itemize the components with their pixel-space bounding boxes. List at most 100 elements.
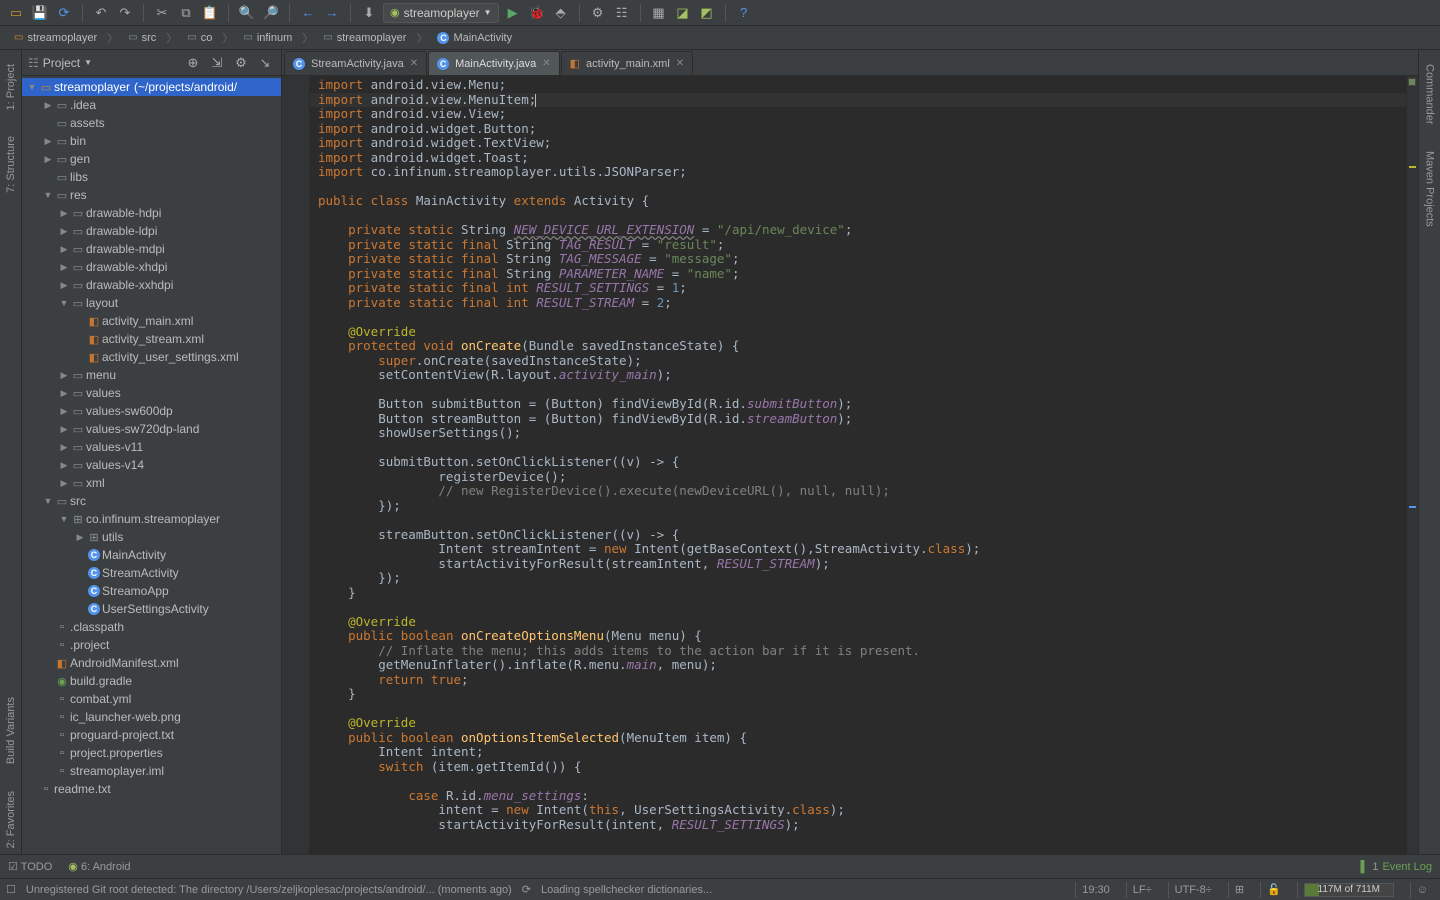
sync-icon[interactable]: ⟳ — [54, 3, 74, 23]
paste-icon[interactable]: 📋 — [200, 3, 220, 23]
breadcrumb-item[interactable]: ▭src — [122, 30, 162, 46]
line-separator[interactable]: LF ÷ — [1126, 882, 1158, 898]
tree-row[interactable]: ▶▭gen — [22, 150, 281, 168]
collapse-icon[interactable]: ⇲ — [207, 53, 227, 73]
tree-row[interactable]: ▼▭res — [22, 186, 281, 204]
tree-arrow-icon[interactable]: ▶ — [58, 406, 70, 417]
tree-arrow-icon[interactable]: ▶ — [58, 442, 70, 453]
tool-button-maven[interactable]: Maven Projects — [1424, 145, 1436, 233]
insert-mode[interactable]: ⊞ — [1228, 882, 1250, 898]
tree-row[interactable]: ▭libs — [22, 168, 281, 186]
tree-arrow-icon[interactable]: ▶ — [58, 244, 70, 255]
gear-icon[interactable]: ⚙ — [231, 53, 251, 73]
tree-row[interactable]: ▫readme.txt — [22, 780, 281, 798]
tree-row[interactable]: ▼⊞co.infinum.streamoplayer — [22, 510, 281, 528]
settings-icon[interactable]: ⚙ — [588, 3, 608, 23]
open-icon[interactable]: ▭ — [6, 3, 26, 23]
tree-row[interactable]: ▫.project — [22, 636, 281, 654]
breadcrumb-item[interactable]: CMainActivity — [431, 30, 518, 46]
tree-row[interactable]: ▫project.properties — [22, 744, 281, 762]
tree-row[interactable]: ▶▭drawable-xxhdpi — [22, 276, 281, 294]
tree-arrow-icon[interactable]: ▶ — [58, 370, 70, 381]
tree-row[interactable]: ▫combat.yml — [22, 690, 281, 708]
copy-icon[interactable]: ⧉ — [176, 3, 196, 23]
tool-window-quick-access-icon[interactable]: ☐ — [6, 883, 16, 896]
close-tab-icon[interactable]: ✕ — [676, 58, 684, 69]
find-icon[interactable]: 🔍 — [237, 3, 257, 23]
tree-arrow-icon[interactable]: ▶ — [58, 388, 70, 399]
tree-row[interactable]: ▶▭drawable-xhdpi — [22, 258, 281, 276]
project-panel-title[interactable]: Project — [43, 56, 80, 70]
tree-row[interactable]: ▫ic_launcher-web.png — [22, 708, 281, 726]
editor-tab[interactable]: ◧activity_main.xml✕ — [561, 51, 694, 75]
tree-row[interactable]: CStreamActivity — [22, 564, 281, 582]
editor-gutter[interactable] — [282, 76, 310, 854]
autoscroll-icon[interactable]: ⊕ — [183, 53, 203, 73]
tree-arrow-icon[interactable]: ▶ — [42, 100, 54, 111]
project-tree[interactable]: ▼▭streamoplayer(~/projects/android/▶▭.id… — [22, 76, 281, 854]
breadcrumb-item[interactable]: ▭streamoplayer — [8, 30, 103, 46]
forward-icon[interactable]: → — [322, 3, 342, 23]
tree-row[interactable]: ▶▭xml — [22, 474, 281, 492]
tree-row[interactable]: CStreamoApp — [22, 582, 281, 600]
replace-icon[interactable]: 🔎 — [261, 3, 281, 23]
warning-marker[interactable] — [1409, 166, 1416, 168]
editor-tab[interactable]: CMainActivity.java✕ — [428, 51, 560, 75]
tree-row[interactable]: ▫streamoplayer.iml — [22, 762, 281, 780]
tree-row[interactable]: ▶▭drawable-hdpi — [22, 204, 281, 222]
tree-arrow-icon[interactable]: ▼ — [58, 298, 70, 308]
breadcrumb-item[interactable]: ▭co — [181, 30, 218, 46]
tree-row[interactable]: ▫.classpath — [22, 618, 281, 636]
sdk-manager-icon[interactable]: ▦ — [649, 3, 669, 23]
tree-row[interactable]: ◧activity_stream.xml — [22, 330, 281, 348]
memory-indicator[interactable]: 117M of 711M — [1297, 882, 1400, 898]
file-encoding[interactable]: UTF-8 ÷ — [1168, 882, 1218, 898]
tree-arrow-icon[interactable]: ▶ — [58, 262, 70, 273]
tree-row[interactable]: ▭assets — [22, 114, 281, 132]
hide-icon[interactable]: ↘ — [255, 53, 275, 73]
undo-icon[interactable]: ↶ — [91, 3, 111, 23]
tree-arrow-icon[interactable]: ▶ — [58, 208, 70, 219]
tree-row[interactable]: ▶▭values-sw720dp-land — [22, 420, 281, 438]
tree-row[interactable]: ▶▭values-v14 — [22, 456, 281, 474]
breadcrumb-item[interactable]: ▭infinum — [237, 30, 298, 46]
tree-row[interactable]: ▶▭.idea — [22, 96, 281, 114]
tree-row[interactable]: ▶▭drawable-mdpi — [22, 240, 281, 258]
tool-button-favorites[interactable]: 2: Favorites — [5, 785, 17, 854]
tree-row[interactable]: ▼▭src — [22, 492, 281, 510]
tree-row[interactable]: ▶▭menu — [22, 366, 281, 384]
caret-position[interactable]: 19:30 — [1075, 882, 1116, 898]
tree-row[interactable]: ◧AndroidManifest.xml — [22, 654, 281, 672]
close-tab-icon[interactable]: ✕ — [410, 58, 418, 69]
tree-row[interactable]: ◧activity_user_settings.xml — [22, 348, 281, 366]
cut-icon[interactable]: ✂ — [152, 3, 172, 23]
code-editor[interactable]: import android.view.Menu;import android.… — [310, 76, 1406, 854]
tree-arrow-icon[interactable]: ▶ — [42, 136, 54, 147]
tree-row[interactable]: ▶▭values-v11 — [22, 438, 281, 456]
tree-arrow-icon[interactable]: ▶ — [58, 424, 70, 435]
tree-row[interactable]: ◧activity_main.xml — [22, 312, 281, 330]
ddms-icon[interactable]: ◩ — [697, 3, 717, 23]
tool-button-event-log[interactable]: ▌1 Event Log — [1361, 861, 1432, 873]
tree-row[interactable]: ▶▭values-sw600dp — [22, 402, 281, 420]
attach-icon[interactable]: ⬘ — [551, 3, 571, 23]
tool-button-commander[interactable]: Commander — [1424, 58, 1436, 131]
tree-row[interactable]: ▶⊞utils — [22, 528, 281, 546]
tree-row[interactable]: ▶▭bin — [22, 132, 281, 150]
tree-row[interactable]: ▶▭values — [22, 384, 281, 402]
run-config-selector[interactable]: ◉ streamoplayer ▼ — [383, 3, 499, 23]
tree-row[interactable]: ◉build.gradle — [22, 672, 281, 690]
help-icon[interactable]: ? — [734, 3, 754, 23]
breadcrumb-item[interactable]: ▭streamoplayer — [317, 30, 412, 46]
project-structure-icon[interactable]: ☷ — [612, 3, 632, 23]
tree-row[interactable]: ▼▭layout — [22, 294, 281, 312]
info-marker[interactable] — [1409, 506, 1416, 508]
tree-row[interactable]: CUserSettingsActivity — [22, 600, 281, 618]
tool-button-todo[interactable]: ☑ TODO — [8, 860, 52, 873]
read-only-lock-icon[interactable]: 🔓 — [1260, 882, 1287, 898]
debug-icon[interactable]: 🐞 — [527, 3, 547, 23]
save-icon[interactable]: 💾 — [30, 3, 50, 23]
run-icon[interactable]: ▶ — [503, 3, 523, 23]
tree-arrow-icon[interactable]: ▶ — [58, 460, 70, 471]
redo-icon[interactable]: ↷ — [115, 3, 135, 23]
